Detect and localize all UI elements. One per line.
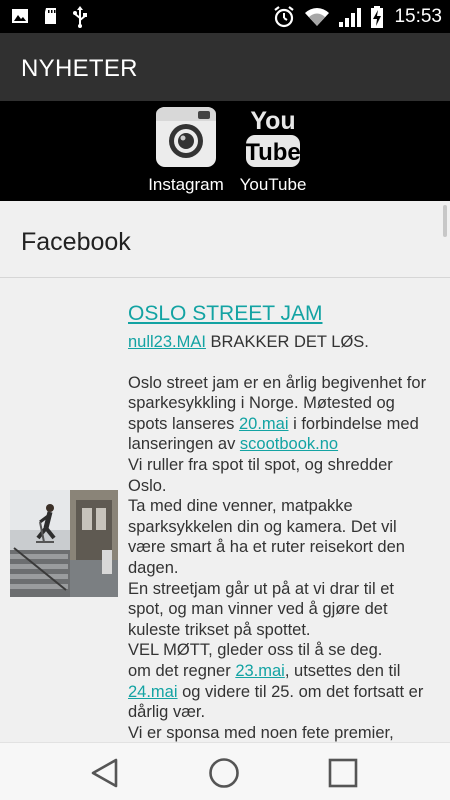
back-button[interactable] bbox=[88, 755, 124, 791]
home-icon bbox=[209, 758, 239, 788]
youtube-link[interactable]: You Tube YouTube bbox=[238, 105, 308, 195]
signal-icon bbox=[339, 8, 362, 27]
status-bar: 15:53 bbox=[0, 0, 450, 33]
home-button[interactable] bbox=[206, 755, 242, 791]
facebook-title: Facebook bbox=[21, 228, 131, 256]
back-icon bbox=[91, 758, 118, 788]
alarm-icon bbox=[274, 6, 295, 28]
scooter-rider-photo bbox=[10, 490, 118, 597]
post-line: om det regner 23.mai, utsettes den til 2… bbox=[128, 661, 433, 723]
app-bar: NYHETER bbox=[0, 33, 450, 101]
image-icon bbox=[12, 9, 28, 23]
post-line: VEL MØTT, gleder oss til å se deg. bbox=[128, 641, 383, 660]
post-line-text: , utsettes den til bbox=[284, 661, 401, 680]
usb-icon bbox=[73, 6, 87, 28]
recent-apps-button[interactable] bbox=[325, 755, 361, 791]
youtube-logo-top: You bbox=[250, 107, 295, 135]
post-headline-link[interactable]: OSLO STREET JAM bbox=[128, 301, 433, 327]
post-line: Ta med dine venner, matpakke sparksykkel… bbox=[128, 497, 405, 577]
status-time: 15:53 bbox=[394, 6, 442, 27]
news-feed[interactable]: Facebook OSLO STREET JAM null23.MAI BRAK… bbox=[0, 201, 450, 742]
youtube-logo-bottom: Tube bbox=[245, 139, 301, 166]
post-line: En streetjam går ut på at vi drar til et… bbox=[128, 579, 394, 639]
instagram-label: Instagram bbox=[148, 175, 224, 194]
post-subtitle: null23.MAI BRAKKER DET LØS. bbox=[128, 332, 433, 353]
system-icons: 15:53 bbox=[272, 5, 442, 29]
system-nav-bar bbox=[0, 742, 450, 800]
post-body: Oslo street jam er en årlig begivenhet f… bbox=[128, 373, 433, 742]
post-line-text: om det regner bbox=[128, 661, 236, 680]
recent-apps-icon bbox=[328, 758, 358, 788]
wifi-icon bbox=[305, 8, 330, 26]
post-line: Vi er sponsa med noen fete premier, bbox=[128, 723, 394, 742]
post-article: OSLO STREET JAM null23.MAI BRAKKER DET L… bbox=[128, 301, 433, 742]
date-link-20-mai[interactable]: 20.mai bbox=[239, 415, 289, 433]
scootbook-link[interactable]: scootbook.no bbox=[240, 435, 338, 453]
post-subtitle-text: BRAKKER DET LØS. bbox=[205, 333, 369, 351]
notification-icons bbox=[10, 6, 88, 28]
scrollbar[interactable] bbox=[443, 205, 447, 237]
social-links-bar: Instagram You Tube YouTube bbox=[0, 101, 450, 201]
page-title: NYHETER bbox=[21, 55, 138, 82]
facebook-section-header: Facebook bbox=[0, 201, 450, 278]
date-link-24-mai[interactable]: 24.mai bbox=[128, 683, 178, 701]
instagram-icon bbox=[156, 107, 216, 167]
date-link-23-mai[interactable]: 23.mai bbox=[235, 662, 285, 680]
post-thumbnail[interactable] bbox=[10, 490, 118, 597]
battery-charging-icon bbox=[371, 6, 384, 28]
post-date-link[interactable]: null23.MAI bbox=[128, 333, 206, 351]
youtube-label: YouTube bbox=[239, 175, 307, 194]
sd-card-icon bbox=[45, 8, 56, 24]
youtube-icon: You Tube bbox=[245, 107, 301, 167]
post-line: Vi ruller fra spot til spot, og shredder… bbox=[128, 455, 393, 495]
instagram-link[interactable]: Instagram bbox=[147, 105, 225, 195]
